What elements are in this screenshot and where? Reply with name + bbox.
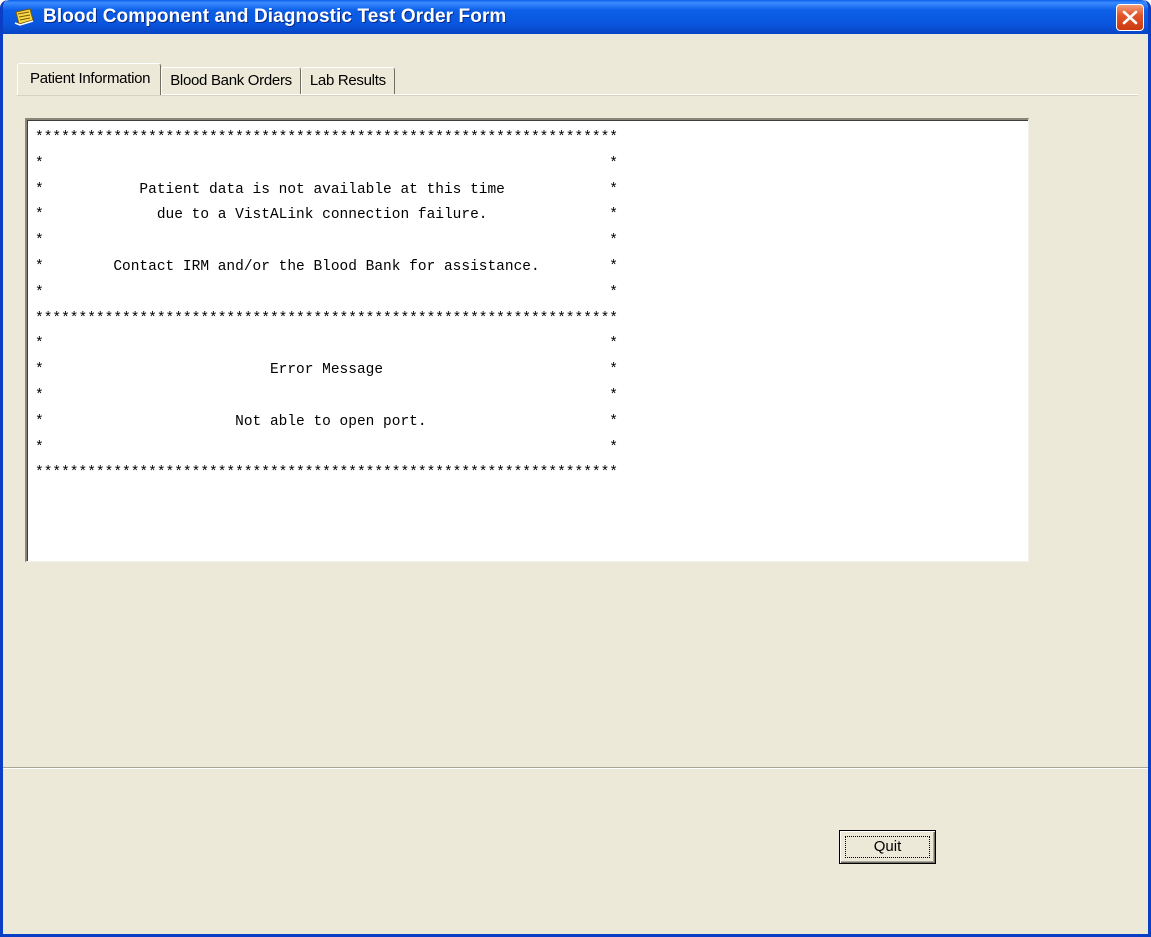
error-message-text: ****************************************… (35, 130, 618, 482)
quit-button-label: Quit (845, 836, 930, 858)
order-form-window: Blood Component and Diagnostic Test Orde… (0, 0, 1151, 937)
close-button[interactable] (1116, 4, 1144, 31)
form-icon (14, 8, 34, 26)
title-bar[interactable]: Blood Component and Diagnostic Test Orde… (3, 0, 1148, 34)
window-title: Blood Component and Diagnostic Test Orde… (43, 6, 507, 27)
tab-blood-bank-orders[interactable]: Blood Bank Orders (161, 67, 301, 95)
quit-button[interactable]: Quit (839, 830, 936, 864)
tab-panel-border (17, 94, 1138, 96)
bottom-panel-divider (3, 767, 1148, 769)
patient-info-memo[interactable]: ****************************************… (25, 118, 1029, 562)
close-icon (1122, 10, 1138, 25)
tab-patient-information[interactable]: Patient Information (17, 63, 162, 95)
tab-lab-results[interactable]: Lab Results (300, 67, 395, 95)
tab-strip: Patient Information Blood Bank Orders La… (17, 63, 395, 95)
